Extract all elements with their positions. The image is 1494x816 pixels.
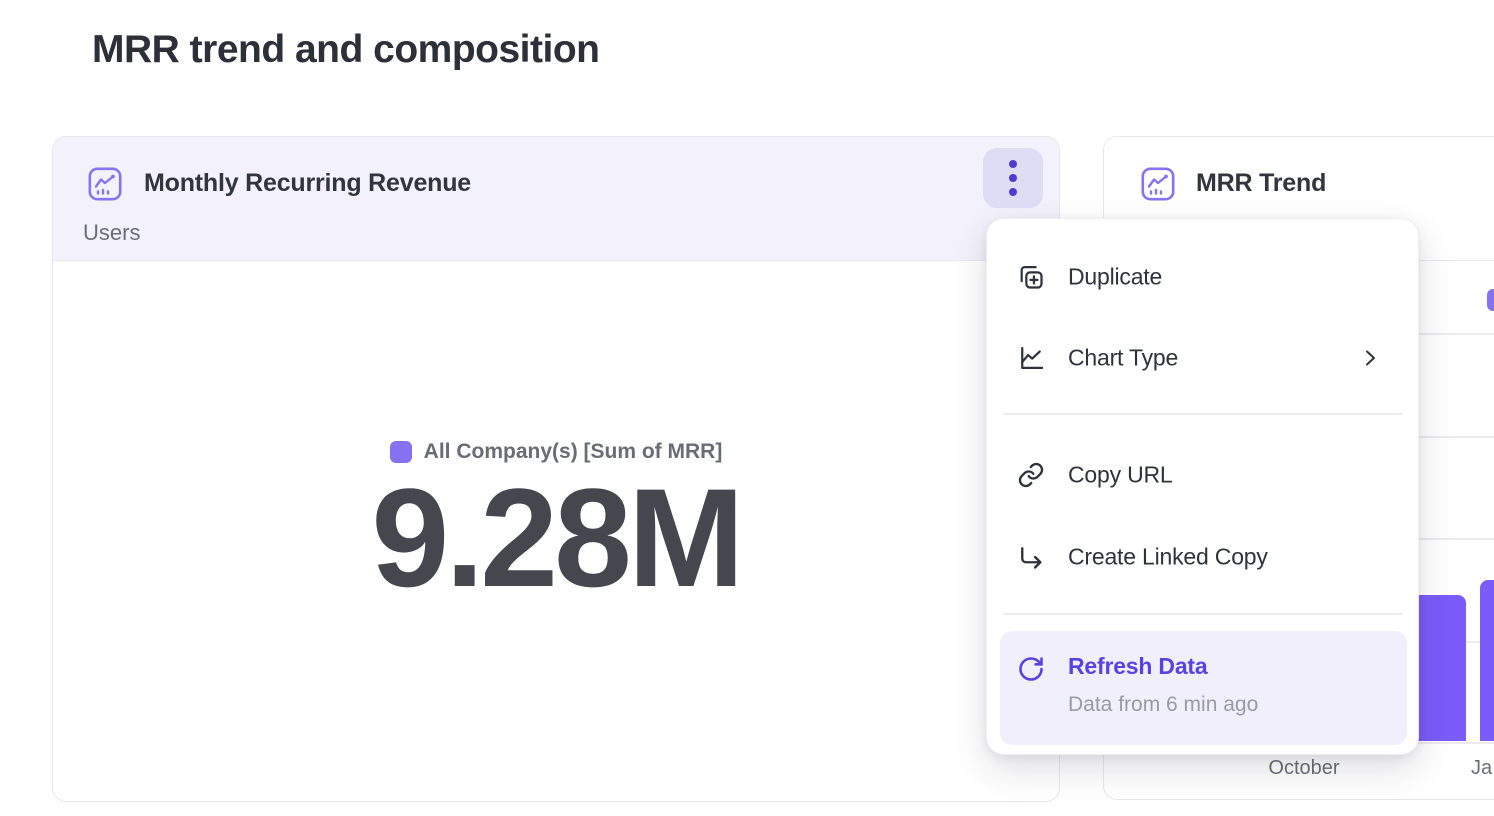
x-axis-label-october: October (1204, 757, 1404, 780)
link-icon (1017, 461, 1045, 489)
menu-divider (1003, 413, 1402, 415)
chevron-right-icon (1358, 346, 1382, 370)
x-axis-label-january: Ja (1471, 757, 1492, 780)
kpi-value: 9.28M (52, 468, 1060, 608)
duplicate-icon (1017, 263, 1045, 291)
refresh-icon (1017, 655, 1045, 683)
card-options-menu: Duplicate Chart Type Copy URL (986, 218, 1419, 755)
menu-item-create-linked-copy[interactable]: Create Linked Copy (987, 525, 1418, 589)
refresh-data-label: Refresh Data (1068, 653, 1208, 680)
card-title: MRR Trend (1196, 169, 1326, 198)
card-subtitle: Users (83, 220, 140, 246)
menu-item-label: Chart Type (1068, 345, 1178, 372)
card-options-button[interactable] (983, 148, 1043, 208)
menu-item-copy-url[interactable]: Copy URL (987, 443, 1418, 507)
menu-item-chart-type[interactable]: Chart Type (987, 326, 1418, 390)
menu-item-label: Create Linked Copy (1068, 544, 1268, 571)
menu-item-duplicate[interactable]: Duplicate (987, 245, 1418, 309)
chart-type-icon (1017, 344, 1045, 372)
card-title: Monthly Recurring Revenue (144, 169, 471, 198)
refresh-data-timestamp: Data from 6 min ago (1068, 693, 1258, 717)
legend-swatch (1487, 289, 1494, 311)
mrr-card-header (53, 137, 1059, 261)
kebab-vertical-icon (1009, 160, 1017, 168)
page-title: MRR trend and composition (92, 28, 600, 72)
chart-widget-icon (88, 167, 122, 201)
linked-copy-arrow-icon (1017, 543, 1045, 571)
chart-widget-icon (1141, 167, 1175, 201)
menu-item-refresh-data[interactable]: Refresh Data Data from 6 min ago (1000, 631, 1407, 745)
mrr-trend-bar[interactable] (1480, 580, 1494, 741)
menu-item-label: Duplicate (1068, 264, 1162, 291)
menu-item-label: Copy URL (1068, 462, 1173, 489)
menu-divider (1003, 613, 1402, 615)
